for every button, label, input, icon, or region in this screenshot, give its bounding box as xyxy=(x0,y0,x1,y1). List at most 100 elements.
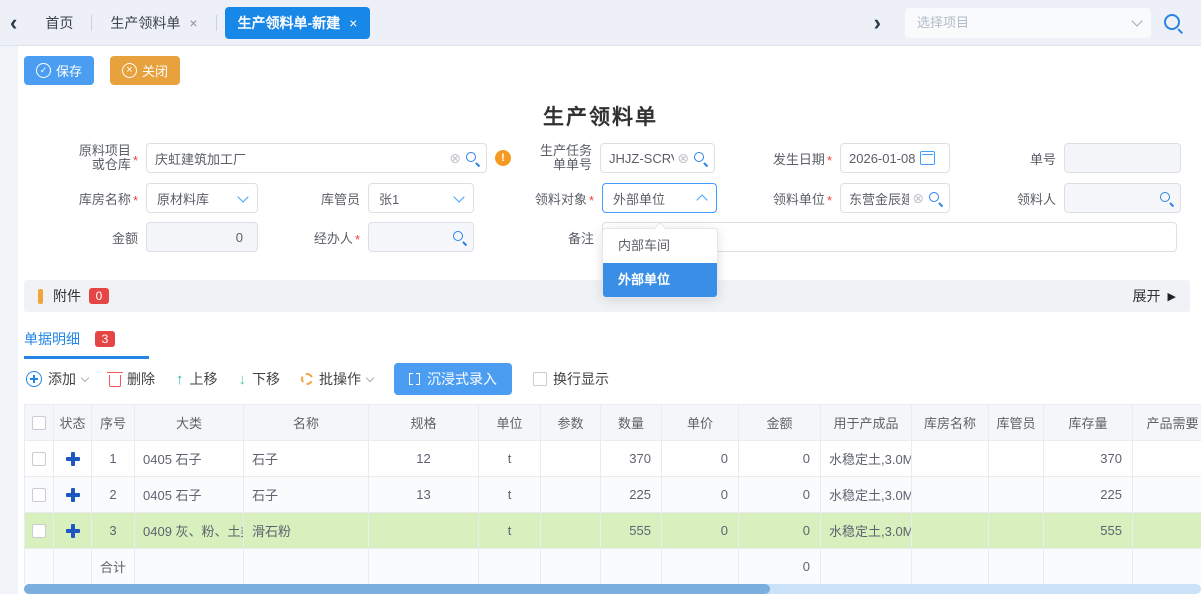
cell-category[interactable]: 0409 灰、粉、土类 xyxy=(135,513,244,549)
project-select[interactable] xyxy=(905,8,1151,38)
task-no-input[interactable] xyxy=(601,144,677,172)
row-checkbox[interactable] xyxy=(32,488,46,502)
search-icon[interactable] xyxy=(928,191,943,206)
horizontal-scrollbar[interactable] xyxy=(24,584,1201,594)
cell-price[interactable]: 0 xyxy=(662,513,739,549)
row-add-icon[interactable] xyxy=(66,488,80,502)
operator-input[interactable] xyxy=(369,223,452,251)
add-row-button[interactable]: 添加 xyxy=(26,369,88,389)
immersive-entry-button[interactable]: 沉浸式录入 xyxy=(394,363,512,395)
amount-input xyxy=(147,223,251,251)
project-select-input[interactable] xyxy=(915,14,1133,31)
cell-product-need[interactable] xyxy=(1133,477,1201,513)
clear-icon[interactable] xyxy=(449,151,461,165)
cell-warehouse[interactable] xyxy=(912,477,989,513)
cell-param[interactable] xyxy=(541,477,601,513)
scrollbar-thumb[interactable] xyxy=(24,584,770,594)
tab-production-picking[interactable]: 生产领料单 × xyxy=(92,0,215,46)
cell-stock[interactable]: 555 xyxy=(1044,513,1133,549)
cell-unit[interactable]: t xyxy=(479,513,541,549)
info-icon[interactable] xyxy=(495,150,511,166)
cell-param[interactable] xyxy=(541,441,601,477)
warehouse-keeper-select[interactable]: 张1 xyxy=(368,183,474,213)
tab-bar: ‹ 首页 生产领料单 × 生产领料单-新建 × › xyxy=(0,0,1201,46)
cell-for-product[interactable]: 水稳定土,3.0M xyxy=(821,513,912,549)
cell-qty[interactable]: 555 xyxy=(601,513,662,549)
row-checkbox[interactable] xyxy=(32,452,46,466)
close-button[interactable]: 关闭 xyxy=(110,56,180,85)
delete-row-button[interactable]: 删除 xyxy=(109,369,155,389)
cell-name[interactable]: 滑石粉 xyxy=(244,513,369,549)
warehouse-name-select[interactable]: 原材料库 xyxy=(146,183,258,213)
picking-target-select[interactable]: 外部单位 xyxy=(602,183,717,213)
cell-keeper[interactable] xyxy=(989,477,1044,513)
cell-amount[interactable]: 0 xyxy=(739,513,821,549)
search-icon[interactable] xyxy=(452,230,467,245)
total-label: 合计 xyxy=(92,549,135,585)
select-all-checkbox[interactable] xyxy=(32,416,46,430)
occur-date-input[interactable] xyxy=(841,144,920,172)
global-search-icon[interactable] xyxy=(1163,13,1183,33)
clear-icon[interactable] xyxy=(912,191,924,205)
close-tab-icon[interactable]: × xyxy=(349,15,357,31)
tab-detail[interactable]: 单据明细 3 xyxy=(24,329,149,359)
cell-unit[interactable]: t xyxy=(479,441,541,477)
chevron-down-icon xyxy=(453,191,464,202)
total-amount: 0 xyxy=(739,549,821,585)
row-checkbox[interactable] xyxy=(32,524,46,538)
cell-product-need[interactable] xyxy=(1133,513,1201,549)
cell-name[interactable]: 石子 xyxy=(244,441,369,477)
search-icon[interactable] xyxy=(693,151,708,166)
cell-product-need[interactable] xyxy=(1133,441,1201,477)
move-up-button[interactable]: 上移 xyxy=(176,369,218,389)
cell-warehouse[interactable] xyxy=(912,441,989,477)
cell-unit[interactable]: t xyxy=(479,477,541,513)
cell-category[interactable]: 0405 石子 xyxy=(135,441,244,477)
search-icon[interactable] xyxy=(1159,191,1174,206)
cell-spec[interactable]: 13 xyxy=(369,477,479,513)
cell-stock[interactable]: 225 xyxy=(1044,477,1133,513)
arrow-down-icon xyxy=(239,371,247,388)
save-button[interactable]: 保存 xyxy=(24,56,94,85)
field-warehouse-keeper: 库管员 张1 xyxy=(300,183,474,213)
clear-icon[interactable] xyxy=(677,151,689,165)
cell-spec[interactable] xyxy=(369,513,479,549)
cell-for-product[interactable]: 水稳定土,3.0M xyxy=(821,477,912,513)
col-spec: 规格 xyxy=(369,405,479,441)
picking-unit-input[interactable] xyxy=(841,184,912,212)
raw-project-input[interactable] xyxy=(147,144,449,172)
cell-spec[interactable]: 12 xyxy=(369,441,479,477)
cell-qty[interactable]: 370 xyxy=(601,441,662,477)
tabs-scroll-right-icon[interactable]: › xyxy=(864,1,891,45)
cell-warehouse[interactable] xyxy=(912,513,989,549)
cell-param[interactable] xyxy=(541,513,601,549)
check-circle-icon xyxy=(36,63,51,78)
tab-home[interactable]: 首页 xyxy=(27,0,91,46)
cell-price[interactable]: 0 xyxy=(662,441,739,477)
tabs-scroll-left-icon[interactable]: ‹ xyxy=(0,1,27,45)
cell-keeper[interactable] xyxy=(989,513,1044,549)
expand-button[interactable]: 展开 xyxy=(1133,286,1176,306)
cell-amount[interactable]: 0 xyxy=(739,441,821,477)
row-add-icon[interactable] xyxy=(66,524,80,538)
cell-amount[interactable]: 0 xyxy=(739,477,821,513)
picking-person-input[interactable] xyxy=(1065,184,1159,212)
option-external-unit[interactable]: 外部单位 xyxy=(603,263,717,297)
cell-qty[interactable]: 225 xyxy=(601,477,662,513)
move-down-button[interactable]: 下移 xyxy=(239,369,281,389)
close-tab-icon[interactable]: × xyxy=(189,15,197,31)
cell-name[interactable]: 石子 xyxy=(244,477,369,513)
cell-stock[interactable]: 370 xyxy=(1044,441,1133,477)
cell-for-product[interactable]: 水稳定土,3.0M xyxy=(821,441,912,477)
cell-price[interactable]: 0 xyxy=(662,477,739,513)
search-icon[interactable] xyxy=(465,151,480,166)
tab-production-picking-new[interactable]: 生产领料单-新建 × xyxy=(225,7,371,39)
cell-category[interactable]: 0405 石子 xyxy=(135,477,244,513)
wrap-display-toggle[interactable]: 换行显示 xyxy=(533,369,609,389)
batch-operation-button[interactable]: 批操作 xyxy=(301,369,373,389)
option-internal-workshop[interactable]: 内部车间 xyxy=(603,229,717,263)
row-add-icon[interactable] xyxy=(66,452,80,466)
calendar-icon[interactable] xyxy=(920,151,935,165)
wrap-display-checkbox[interactable] xyxy=(533,372,547,386)
cell-keeper[interactable] xyxy=(989,441,1044,477)
